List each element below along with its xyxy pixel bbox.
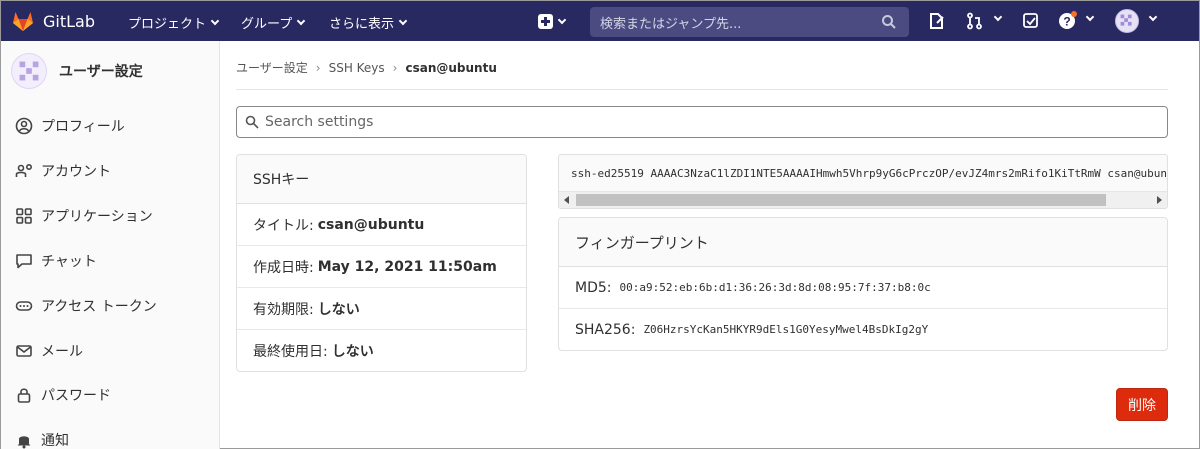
- breadcrumb-separator-icon: ›: [392, 60, 398, 75]
- fingerprint-row-sha256: SHA256: Z06HzrsYcKan5HKYR9dEls1G0YesyMwe…: [559, 309, 1167, 350]
- sidebar-item-notifications[interactable]: 通知: [15, 430, 69, 449]
- horizontal-scrollbar[interactable]: [559, 191, 1167, 208]
- top-navbar: GitLab プロジェクト グループ さらに表示 検索またはジャンプ先... ?: [1, 1, 1199, 41]
- sidebar-title: ユーザー設定: [59, 64, 143, 80]
- divider: [236, 89, 1168, 90]
- public-key-box[interactable]: ssh-ed25519 AAAAC3NzaC1lZDI1NTE5AAAAIHmw…: [558, 154, 1168, 209]
- scroll-right-icon[interactable]: [1157, 196, 1162, 204]
- token-icon: [15, 301, 33, 311]
- gitlab-logo[interactable]: GitLab: [11, 9, 95, 33]
- sidebar-item-label: メール: [41, 344, 83, 360]
- lock-icon: [17, 388, 31, 403]
- detail-row-title: タイトル: csan@ubuntu: [237, 204, 526, 246]
- sidebar-item-password[interactable]: パスワード: [15, 385, 111, 405]
- sidebar-item-mail[interactable]: メール: [15, 341, 83, 361]
- fingerprint-row-md5: MD5: 00:a9:52:eb:6b:d1:36:26:3d:8d:08:95…: [559, 267, 1167, 309]
- ssh-key-details-card: SSHキー タイトル: csan@ubuntu 作成日時: May 12, 20…: [236, 154, 527, 372]
- breadcrumb-item-current[interactable]: csan@ubuntu: [405, 61, 496, 75]
- user-avatar[interactable]: [1115, 9, 1139, 33]
- search-icon: [882, 15, 896, 29]
- fingerprint-card: フィンガープリント MD5: 00:a9:52:eb:6b:d1:36:26:3…: [558, 217, 1168, 351]
- profile-icon: [15, 117, 33, 135]
- fingerprint-label: SHA256:: [575, 321, 636, 338]
- chevron-down-icon: [210, 16, 220, 26]
- detail-value: しない: [317, 301, 360, 318]
- scrollbar-thumb[interactable]: [576, 194, 1106, 206]
- detail-value: csan@ubuntu: [317, 216, 425, 233]
- svg-text:?: ?: [1063, 15, 1070, 29]
- identicon-icon: [1120, 14, 1132, 26]
- sidebar-item-account[interactable]: アカウント: [15, 161, 111, 181]
- detail-label: タイトル:: [253, 217, 314, 234]
- brand-name[interactable]: GitLab: [43, 12, 95, 31]
- sidebar-item-access-tokens[interactable]: アクセス トークン: [15, 296, 157, 316]
- applications-icon: [16, 208, 32, 224]
- breadcrumb-item-ssh-keys[interactable]: SSH Keys: [329, 61, 385, 75]
- breadcrumb-separator-icon: ›: [315, 60, 321, 75]
- scroll-left-icon[interactable]: [564, 196, 569, 204]
- detail-value: しない: [331, 343, 374, 360]
- fingerprint-value: 00:a9:52:eb:6b:d1:36:26:3d:8d:08:95:7f:3…: [619, 281, 931, 294]
- sidebar-item-label: アカウント: [41, 164, 111, 180]
- fingerprint-label: MD5:: [575, 279, 612, 296]
- detail-row-last-used: 最終使用日: しない: [237, 330, 526, 371]
- chevron-down-icon: [557, 15, 567, 25]
- detail-label: 最終使用日:: [253, 343, 328, 360]
- card-heading: フィンガープリント: [575, 233, 709, 252]
- sidebar-item-label: チャット: [41, 254, 97, 270]
- sidebar-avatar: [11, 53, 47, 89]
- detail-row-expires: 有効期限: しない: [237, 288, 526, 330]
- nav-groups[interactable]: グループ: [241, 13, 306, 32]
- sidebar-item-label: 通知: [41, 433, 69, 449]
- delete-button[interactable]: 削除: [1116, 388, 1168, 421]
- chevron-down-icon: [398, 16, 408, 26]
- notification-dot: [1071, 11, 1077, 17]
- card-header: フィンガープリント: [559, 218, 1167, 267]
- chevron-down-icon: [296, 16, 306, 26]
- chevron-down-icon[interactable]: [1085, 12, 1095, 22]
- sidebar-item-chat[interactable]: チャット: [15, 251, 97, 271]
- sidebar-item-label: プロフィール: [41, 119, 125, 135]
- detail-value: May 12, 2021 11:50am: [317, 258, 497, 275]
- sidebar-item-profile[interactable]: プロフィール: [15, 116, 125, 136]
- chat-icon: [16, 254, 32, 269]
- detail-label: 有効期限:: [253, 301, 314, 318]
- nav-more-label: さらに表示: [329, 17, 395, 32]
- nav-more[interactable]: さらに表示: [329, 13, 408, 32]
- fingerprint-value: Z06HzrsYcKan5HKYR9dEls1G0YesyMwel4BsDkIg…: [643, 323, 929, 336]
- nav-projects[interactable]: プロジェクト: [128, 13, 220, 32]
- chevron-down-icon[interactable]: [993, 12, 1003, 22]
- settings-search-placeholder: Search settings: [265, 114, 374, 130]
- search-icon: [245, 115, 259, 129]
- plus-icon: [538, 14, 553, 29]
- search-placeholder: 検索またはジャンプ先...: [600, 16, 742, 32]
- sidebar: ユーザー設定 プロフィール アカウント アプリケーション チャット アクセス ト…: [1, 41, 220, 449]
- identicon-icon: [19, 61, 39, 81]
- sidebar-item-label: アプリケーション: [41, 209, 153, 225]
- sidebar-header[interactable]: ユーザー設定: [11, 53, 143, 89]
- breadcrumb: ユーザー設定 › SSH Keys › csan@ubuntu: [236, 59, 497, 76]
- merge-request-icon[interactable]: [966, 12, 984, 30]
- mail-icon: [16, 345, 32, 357]
- card-heading: SSHキー: [253, 172, 310, 188]
- new-item-dropdown[interactable]: [538, 14, 567, 29]
- nav-projects-label: プロジェクト: [128, 17, 207, 32]
- account-icon: [15, 163, 33, 177]
- breadcrumb-item-user-settings[interactable]: ユーザー設定: [236, 59, 308, 76]
- nav-groups-label: グループ: [241, 17, 293, 32]
- settings-search-input[interactable]: Search settings: [236, 106, 1168, 138]
- sidebar-item-applications[interactable]: アプリケーション: [15, 206, 153, 226]
- sidebar-item-label: アクセス トークン: [41, 299, 157, 315]
- card-header: SSHキー: [237, 155, 526, 204]
- gitlab-fox-icon: [13, 12, 33, 31]
- public-key-text[interactable]: ssh-ed25519 AAAAC3NzaC1lZDI1NTE5AAAAIHmw…: [571, 167, 1167, 180]
- chevron-down-icon[interactable]: [1148, 12, 1158, 22]
- todo-checkbox-icon[interactable]: [1022, 12, 1040, 30]
- bell-icon: [17, 436, 31, 449]
- detail-label: 作成日時:: [253, 259, 314, 276]
- global-search-input[interactable]: 検索またはジャンプ先...: [590, 7, 909, 37]
- sidebar-item-label: パスワード: [41, 388, 111, 404]
- todo-doc-icon[interactable]: [928, 12, 946, 30]
- detail-row-created: 作成日時: May 12, 2021 11:50am: [237, 246, 526, 288]
